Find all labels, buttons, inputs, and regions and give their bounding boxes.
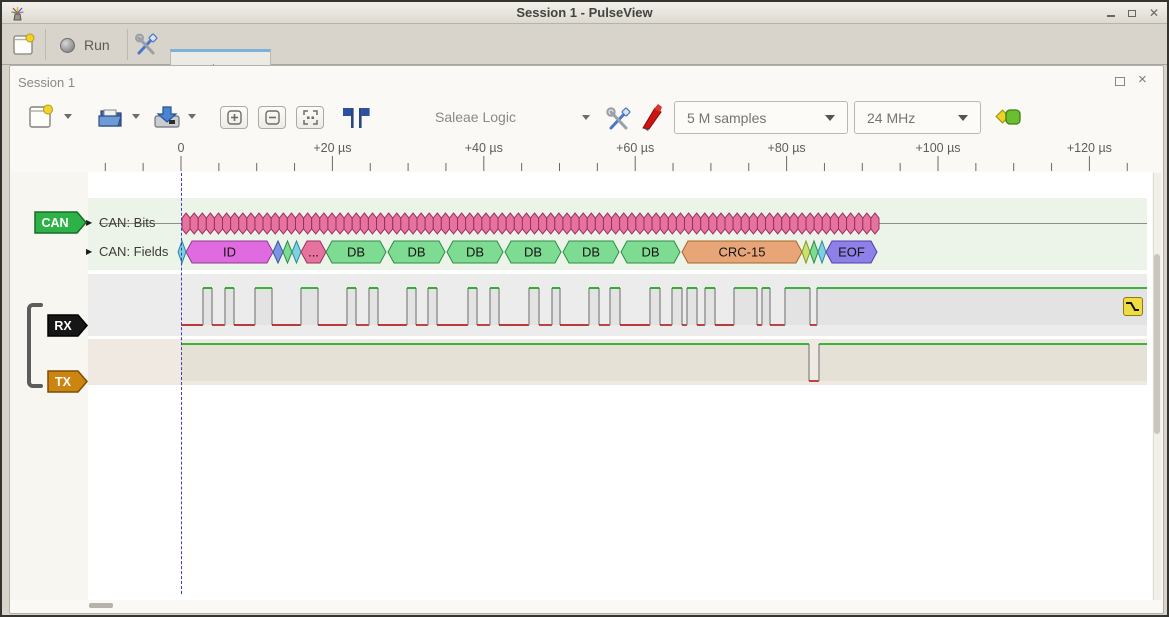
minimize-button[interactable]	[1107, 15, 1115, 17]
sample-count-value: 5 M samples	[687, 110, 766, 126]
settings-button[interactable]	[134, 32, 160, 63]
device-dropdown-arrow[interactable]	[582, 115, 590, 120]
zoom-in-icon	[227, 110, 242, 125]
titlebar: Session 1 - PulseView ✕	[2, 2, 1167, 24]
add-decoder-button[interactable]	[995, 108, 1025, 133]
open-button[interactable]	[97, 104, 127, 135]
cursor-flags-icon	[342, 106, 370, 130]
zoom-out-icon	[265, 110, 280, 125]
run-label: Run	[84, 37, 110, 53]
sample-rate-value: 24 MHz	[867, 110, 915, 126]
save-button[interactable]	[152, 104, 182, 135]
new-session-icon	[11, 32, 37, 58]
zoom-in-button[interactable]	[220, 106, 248, 129]
svg-text:CAN: CAN	[41, 216, 68, 230]
channels-button[interactable]	[640, 102, 666, 137]
decoder-row-fields-label[interactable]: CAN: Fields	[99, 244, 168, 259]
pulseview-window: Session 1 - PulseView ✕ Run	[0, 0, 1169, 617]
decoder-tag-can[interactable]: CAN	[34, 211, 88, 234]
channel-tag-rx[interactable]: RX	[47, 314, 89, 337]
zoom-fit-button[interactable]	[296, 106, 324, 129]
sample-rate-combo[interactable]: 24 MHz	[854, 101, 981, 134]
dock-float-button[interactable]	[1115, 77, 1125, 86]
svg-text:TX: TX	[55, 375, 72, 389]
combo-arrow-icon	[958, 115, 968, 121]
main-toolbar: Run Session 1 ×	[2, 24, 1167, 65]
trigger-marker[interactable]	[1123, 297, 1143, 316]
rx-band	[88, 274, 1147, 336]
close-button[interactable]: ✕	[1149, 8, 1159, 18]
probe-icon	[640, 102, 666, 132]
open-folder-icon	[97, 104, 127, 130]
maximize-button[interactable]	[1128, 10, 1136, 17]
configure-device-button[interactable]	[605, 105, 633, 138]
dock-close-button[interactable]: ×	[1138, 71, 1147, 88]
tx-band	[88, 339, 1147, 385]
decoder-row-bits-label[interactable]: CAN: Bits	[99, 215, 155, 230]
toolbar-separator	[45, 29, 46, 60]
zoom-out-button[interactable]	[258, 106, 286, 129]
combo-arrow-icon	[825, 115, 835, 121]
save-dropdown-arrow[interactable]	[188, 114, 196, 119]
device-selector[interactable]: Saleae Logic	[435, 109, 516, 125]
svg-text:RX: RX	[54, 319, 72, 333]
sample-count-combo[interactable]: 5 M samples	[674, 101, 848, 134]
open-dropdown-arrow[interactable]	[132, 114, 140, 119]
decoder-icon	[995, 108, 1025, 128]
configure-tools-icon	[605, 105, 633, 133]
horizontal-scrollbar-thumb[interactable]	[89, 603, 113, 608]
new-file-icon	[28, 104, 54, 130]
vertical-scrollbar-thumb[interactable]	[1154, 254, 1160, 434]
decoder-band	[88, 198, 1147, 270]
show-cursors-button[interactable]	[342, 106, 370, 135]
zoom-fit-icon	[303, 110, 318, 125]
window-title: Session 1 - PulseView	[2, 5, 1167, 20]
tools-icon	[134, 32, 160, 58]
new-file-button[interactable]	[28, 104, 54, 135]
new-session-button[interactable]	[11, 32, 37, 58]
run-button[interactable]: Run	[54, 30, 116, 60]
save-icon	[152, 104, 182, 130]
run-state-icon	[60, 38, 75, 53]
dock-title: Session 1	[18, 75, 75, 90]
falling-edge-icon	[1124, 298, 1141, 314]
toolbar-separator	[127, 29, 128, 60]
channel-tag-tx[interactable]: TX	[47, 370, 89, 393]
time-cursor[interactable]	[181, 173, 182, 594]
new-file-dropdown-arrow[interactable]	[64, 114, 72, 119]
expand-arrow-icon[interactable]: ▶	[86, 247, 92, 256]
